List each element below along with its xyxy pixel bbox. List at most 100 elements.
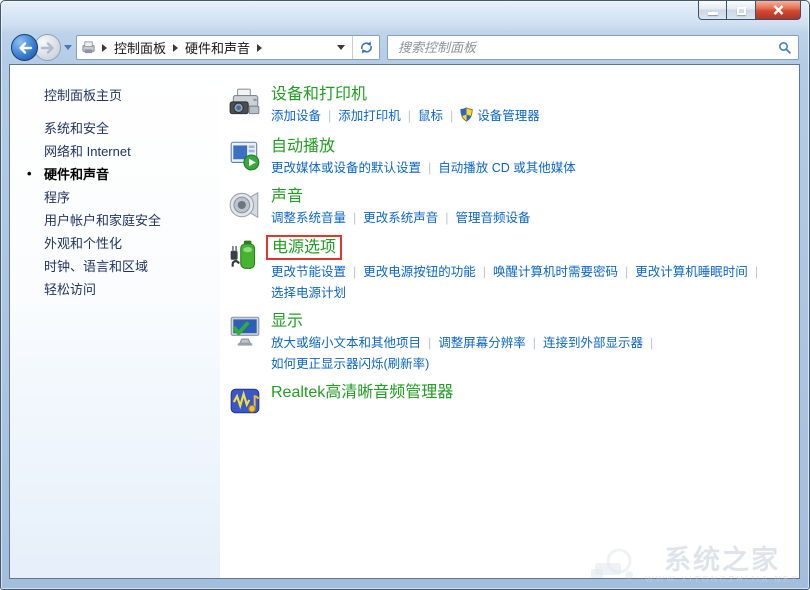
sidebar-item-5[interactable]: 外观和个性化 <box>10 232 220 255</box>
section-power-options: 电源选项更改节能设置 | 更改电源按钮的功能 | 唤醒计算机时需要密码 | 更改计算机睡眠时… <box>228 237 791 304</box>
breadcrumb-item-0[interactable]: 控制面板 <box>111 38 169 57</box>
link-devices-printers-0-0[interactable]: 添加设备 <box>271 109 321 123</box>
separator: | <box>408 109 411 123</box>
link-power-options-0-2[interactable]: 唤醒计算机时需要密码 <box>493 265 618 279</box>
section-devices-printers: 设备和打印机添加设备 | 添加打印机 | 鼠标 | 设备管理器 <box>228 85 791 129</box>
uac-shield-icon <box>460 107 473 129</box>
main-panel: 设备和打印机添加设备 | 添加打印机 | 鼠标 | 设备管理器自动播放更改媒体或设备的默认设… <box>220 65 799 578</box>
link-row: 选择电源计划 <box>271 283 765 304</box>
hardware-category-icon <box>81 40 96 55</box>
sidebar-item-1[interactable]: 网络和 Internet <box>10 140 220 163</box>
minimize-icon <box>708 12 718 15</box>
back-button[interactable] <box>11 34 38 61</box>
link-display-0-1[interactable]: 调整屏幕分辨率 <box>438 336 526 350</box>
sidebar-item-7[interactable]: 轻松访问 <box>10 278 220 301</box>
separator: | <box>625 265 628 279</box>
power-icon <box>228 238 264 274</box>
search-icon <box>778 41 792 55</box>
separator: | <box>755 265 758 279</box>
link-devices-printers-0-1[interactable]: 添加打印机 <box>338 109 401 123</box>
sidebar-item-2[interactable]: •硬件和声音 <box>10 163 220 186</box>
recent-pages-dropdown[interactable] <box>64 45 72 50</box>
section-heading-power-options[interactable]: 电源选项 <box>266 235 342 260</box>
back-arrow-icon <box>17 41 33 55</box>
search-input[interactable] <box>396 39 778 56</box>
sidebar: 控制面板主页 系统和安全网络和 Internet•硬件和声音程序用户帐户和家庭安… <box>10 65 220 578</box>
link-autoplay-0-1[interactable]: 自动播放 CD 或其他媒体 <box>438 161 576 175</box>
breadcrumb-arrow-icon <box>102 44 107 52</box>
section-autoplay: 自动播放更改媒体或设备的默认设置 | 自动播放 CD 或其他媒体 <box>228 137 791 179</box>
breadcrumb-arrow-icon <box>173 44 178 52</box>
link-devices-printers-0-2[interactable]: 鼠标 <box>418 109 443 123</box>
link-display-1-0[interactable]: 如何更正显示器闪烁(刷新率) <box>271 357 429 371</box>
sidebar-item-home[interactable]: 控制面板主页 <box>10 84 220 107</box>
close-icon <box>773 5 784 15</box>
maximize-icon <box>737 7 746 15</box>
link-row: 如何更正显示器闪烁(刷新率) <box>271 354 660 375</box>
separator: | <box>353 211 356 225</box>
section-heading-devices-printers[interactable]: 设备和打印机 <box>271 85 367 104</box>
separator: | <box>650 336 653 350</box>
sidebar-item-3[interactable]: 程序 <box>10 186 220 209</box>
link-sound-0-1[interactable]: 更改系统声音 <box>363 211 438 225</box>
link-display-0-2[interactable]: 连接到外部显示器 <box>543 336 643 350</box>
link-power-options-0-1[interactable]: 更改电源按钮的功能 <box>363 265 476 279</box>
link-devices-printers-0-3[interactable]: 设备管理器 <box>477 109 540 123</box>
separator: | <box>428 336 431 350</box>
sound-icon <box>228 188 264 224</box>
breadcrumb: 控制面板硬件和声音 <box>77 36 352 59</box>
forward-arrow-icon <box>40 41 56 55</box>
separator: | <box>483 265 486 279</box>
section-heading-autoplay[interactable]: 自动播放 <box>271 137 335 156</box>
realtek-icon[interactable] <box>228 384 264 420</box>
separator: | <box>533 336 536 350</box>
address-bar: 控制面板硬件和声音 <box>76 35 380 60</box>
forward-button[interactable] <box>34 34 61 61</box>
link-row: 更改节能设置 | 更改电源按钮的功能 | 唤醒计算机时需要密码 | 更改计算机睡眠时间 | <box>271 262 765 283</box>
sidebar-item-0[interactable]: 系统和安全 <box>10 117 220 140</box>
main-sections: 设备和打印机添加设备 | 添加打印机 | 鼠标 | 设备管理器自动播放更改媒体或设备的默认设… <box>228 85 791 420</box>
link-sound-0-0[interactable]: 调整系统音量 <box>271 211 346 225</box>
separator: | <box>445 211 448 225</box>
link-row: 调整系统音量 | 更改系统声音 | 管理音频设备 <box>271 208 531 229</box>
devices-printers-icon <box>228 86 264 122</box>
section-heading-sound[interactable]: 声音 <box>271 187 303 206</box>
link-power-options-1-0[interactable]: 选择电源计划 <box>271 286 346 300</box>
display-icon <box>228 313 264 349</box>
separator: | <box>450 109 453 123</box>
section-heading-realtek[interactable]: Realtek高清晰音频管理器 <box>271 383 453 402</box>
separator: | <box>328 109 331 123</box>
autoplay-icon <box>228 138 264 174</box>
control-panel-window: 控制面板硬件和声音 控制面板主页 系统和安全网络和 Internet • <box>0 0 810 590</box>
breadcrumb-item-1[interactable]: 硬件和声音 <box>182 38 253 57</box>
refresh-icon <box>359 40 374 55</box>
section-realtek: Realtek高清晰音频管理器 <box>228 383 791 420</box>
link-sound-0-2[interactable]: 管理音频设备 <box>456 211 531 225</box>
link-power-options-0-0[interactable]: 更改节能设置 <box>271 265 346 279</box>
sidebar-category-list: 系统和安全网络和 Internet•硬件和声音程序用户帐户和家庭安全外观和个性化… <box>10 117 220 301</box>
active-bullet-icon: • <box>27 166 32 181</box>
link-power-options-0-3[interactable]: 更改计算机睡眠时间 <box>635 265 748 279</box>
separator: | <box>428 161 431 175</box>
address-dropdown-icon[interactable] <box>337 45 345 50</box>
section-heading-display[interactable]: 显示 <box>271 312 303 331</box>
section-sound: 声音调整系统音量 | 更改系统声音 | 管理音频设备 <box>228 187 791 229</box>
minimize-button[interactable] <box>698 1 727 20</box>
sidebar-item-6[interactable]: 时钟、语言和区域 <box>10 255 220 278</box>
link-row: 更改媒体或设备的默认设置 | 自动播放 CD 或其他媒体 <box>271 158 576 179</box>
link-row: 放大或缩小文本和其他项目 | 调整屏幕分辨率 | 连接到外部显示器 | <box>271 333 660 354</box>
link-row: 添加设备 | 添加打印机 | 鼠标 | 设备管理器 <box>271 106 540 129</box>
navigation-bar: 控制面板硬件和声音 <box>1 31 809 64</box>
breadcrumb-arrow-icon <box>257 44 262 52</box>
separator: | <box>353 265 356 279</box>
section-display: 显示放大或缩小文本和其他项目 | 调整屏幕分辨率 | 连接到外部显示器 | 如何更正显示器闪… <box>228 312 791 375</box>
sidebar-item-4[interactable]: 用户帐户和家庭安全 <box>10 209 220 232</box>
refresh-button[interactable] <box>352 36 379 59</box>
content-area: 控制面板主页 系统和安全网络和 Internet•硬件和声音程序用户帐户和家庭安… <box>9 64 800 579</box>
window-controls <box>698 1 801 20</box>
link-autoplay-0-0[interactable]: 更改媒体或设备的默认设置 <box>271 161 421 175</box>
maximize-button[interactable] <box>727 1 755 20</box>
close-button[interactable] <box>755 1 801 20</box>
link-display-0-0[interactable]: 放大或缩小文本和其他项目 <box>271 336 421 350</box>
search-box <box>387 35 799 60</box>
